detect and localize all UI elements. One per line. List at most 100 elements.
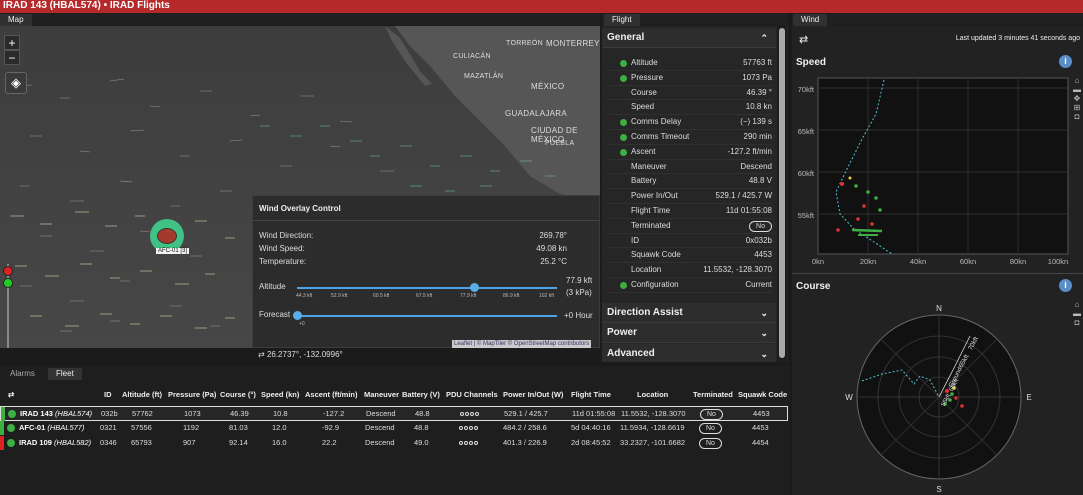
terminated-badge: No	[699, 438, 722, 449]
row-status-bar	[0, 421, 4, 435]
flight-row-value: (−) 139 s	[740, 117, 772, 127]
camera-icon[interactable]: ◘	[1072, 112, 1082, 121]
tab-flight[interactable]: Flight	[604, 14, 640, 26]
table-row[interactable]: AFC-01 (HBAL577) 0321 57556 1192 81.03 12.0 -9…	[0, 421, 788, 436]
altitude-pressure: (3 kPa)	[566, 288, 592, 297]
course-title: Course	[796, 281, 831, 292]
col-header[interactable]: Ascent (ft/min)	[305, 386, 358, 404]
box-zoom-icon[interactable]: ⊞	[1072, 103, 1082, 112]
chevron-down-icon: ⌄	[760, 349, 768, 359]
status-ok-icon	[620, 60, 627, 67]
cell-course: 46.39	[230, 409, 249, 418]
altitude-slider[interactable]	[297, 287, 557, 289]
pdu-channels-icon	[460, 407, 480, 421]
zoom-in-button[interactable]: +	[4, 35, 20, 50]
pan-icon[interactable]: ✥	[1072, 94, 1082, 103]
col-header[interactable]: Power In/Out (W)	[503, 386, 563, 404]
forecast-slider[interactable]	[297, 315, 557, 317]
col-header[interactable]: Battery (V)	[402, 386, 440, 404]
forecast-tick: +0	[299, 321, 305, 327]
cell-time: 5d 04:40:16	[571, 423, 611, 432]
wind-direction-value: 269.78°	[539, 231, 567, 240]
cell-alt: 57762	[132, 409, 153, 418]
home-icon[interactable]: ⌂	[1072, 300, 1082, 309]
col-header[interactable]: Terminated	[693, 386, 733, 404]
info-icon[interactable]: i	[1059, 279, 1072, 292]
tab-fleet[interactable]: Fleet	[48, 368, 82, 380]
swap-icon[interactable]: ⇄	[8, 386, 14, 404]
city-label: CULIACÁN	[453, 53, 491, 60]
col-header[interactable]: Speed (kn)	[261, 386, 299, 404]
flight-row-value: Descend	[740, 161, 772, 171]
flight-row-course: Course 46.39 °	[606, 86, 772, 101]
flight-scrollbar[interactable]	[777, 26, 787, 362]
flight-row-flight-time: Flight Time 11d 01:55:08	[606, 204, 772, 219]
flight-row-value: Current	[745, 280, 772, 289]
info-icon[interactable]: i	[1059, 55, 1072, 68]
col-header[interactable]: Location	[637, 386, 668, 404]
home-icon[interactable]: ⌂	[1072, 76, 1082, 85]
scrollbar-thumb[interactable]	[779, 28, 785, 358]
forecast-slider-handle[interactable]	[293, 311, 302, 320]
tab-wind[interactable]: Wind	[793, 14, 828, 26]
cell-loc: 11.5532, -128.3070	[621, 409, 686, 418]
app-title-bar: IRAD 143 (HBAL574) • IRAD Flights	[0, 0, 1083, 13]
map-attribution[interactable]: Leaflet | © MapTiler © OpenStreetMap con…	[452, 340, 592, 348]
pdu-channels-icon	[459, 421, 479, 435]
flight-row-value: 48.8 V	[748, 176, 772, 186]
flight-row-label: ID	[631, 235, 639, 245]
col-header[interactable]: Flight Time	[571, 386, 611, 404]
flight-row-label: Battery	[631, 176, 657, 186]
temperature-row: Temperature: 25.2 °C	[259, 257, 567, 266]
cell-loc: 33.2327, -101.6682	[620, 438, 686, 447]
zoom-icon[interactable]: ▬	[1072, 309, 1082, 318]
cell-batt: 48.8	[415, 409, 430, 418]
tab-map[interactable]: Map	[0, 14, 32, 26]
refresh-swap-icon[interactable]: ⇄	[799, 33, 808, 46]
flight-row-comms-delay: Comms Delay (−) 139 s	[606, 115, 772, 130]
altitude-tick: 44.3 kft	[296, 293, 313, 299]
cell-pow: 401.3 / 226.9	[503, 438, 547, 447]
fleet-name: IRAD 143 (HBAL574)	[20, 407, 92, 421]
cell-pres: 1073	[184, 409, 201, 418]
fleet-name-text: IRAD 143	[20, 409, 53, 418]
table-row[interactable]: IRAD 109 (HBAL582) 0346 65793 907 92.14 16.0 2…	[0, 436, 788, 451]
cell-loc: 11.5934, -128.6619	[620, 423, 685, 432]
wind-speed-row: Wind Speed: 49.08 kn	[259, 244, 567, 253]
altitude-slider-handle[interactable]	[469, 283, 479, 292]
speed-x-tick: 20kn	[860, 257, 876, 266]
col-header[interactable]: Course (°)	[220, 386, 256, 404]
section-power[interactable]: Power ⌄	[602, 323, 776, 343]
table-row[interactable]: IRAD 143 (HBAL574) 032b 57762 1073 46.39 10.8…	[0, 406, 788, 421]
section-general[interactable]: General ⌃	[602, 28, 776, 48]
flight-row-label: Course	[631, 87, 657, 97]
altitude-tick: 77.9 kft	[460, 293, 477, 299]
speed-chart[interactable]: 70kft 65kft 60kft 55kft 0kn 20kn 40kn 60…	[792, 74, 1072, 266]
chevron-up-icon: ⌃	[760, 33, 768, 43]
section-advanced[interactable]: Advanced ⌄	[602, 344, 776, 362]
cell-ascent: 22.2	[322, 438, 337, 447]
map-altitude-axis	[7, 264, 9, 348]
altitude-tick: 86.9 kft	[503, 293, 520, 299]
zoom-out-button[interactable]: −	[4, 50, 20, 65]
map-tabbar	[0, 13, 600, 25]
col-header[interactable]: Maneuver	[364, 386, 399, 404]
col-header[interactable]: ID	[104, 386, 112, 404]
flight-row-altitude: Altitude 57763 ft	[606, 56, 772, 71]
cell-id: 032b	[101, 409, 118, 418]
course-chart[interactable]: N E S W Ground 65kft 70kft 55kft 60kft	[842, 296, 1042, 494]
map-view[interactable]: + − ◈ TORREÓN MONTERREY CULIACÁN MAZATLÁ…	[0, 26, 600, 348]
tab-alarms[interactable]: Alarms	[2, 368, 43, 380]
pdu-channels-icon	[459, 436, 479, 450]
layers-icon[interactable]: ◈	[5, 72, 27, 94]
zoom-icon[interactable]: ▬	[1072, 85, 1082, 94]
cell-ascent: -127.2	[323, 409, 345, 418]
section-direction-assist[interactable]: Direction Assist ⌄	[602, 303, 776, 323]
col-header[interactable]: PDU Channels	[446, 386, 498, 404]
camera-icon[interactable]: ◘	[1072, 318, 1082, 327]
col-header[interactable]: Pressure (Pa)	[168, 386, 216, 404]
col-header[interactable]: Altitude (ft)	[122, 386, 162, 404]
col-header[interactable]: Squawk Code	[738, 386, 787, 404]
cell-sq: 4454	[752, 438, 769, 447]
status-ok-icon	[620, 148, 627, 156]
